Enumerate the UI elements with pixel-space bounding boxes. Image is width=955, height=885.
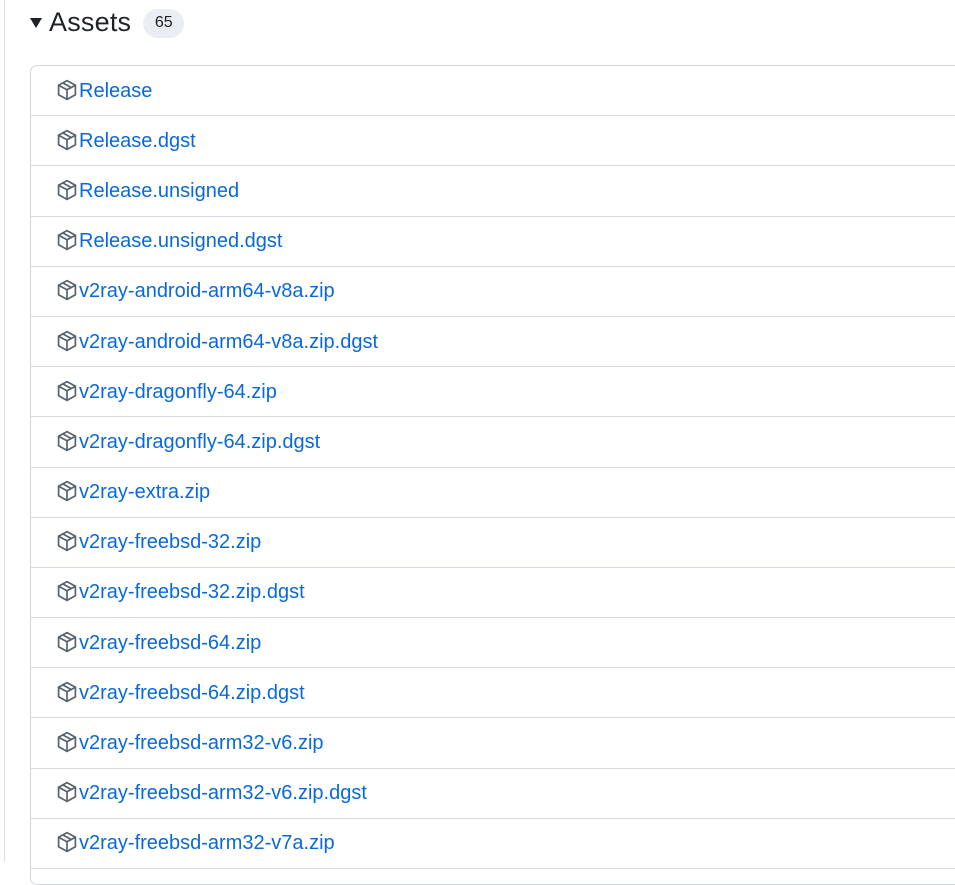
asset-row: v2ray-freebsd-32.zip — [31, 518, 955, 568]
package-icon — [55, 479, 79, 503]
package-icon — [55, 128, 79, 152]
asset-link[interactable]: v2ray-freebsd-64.zip — [79, 633, 261, 653]
asset-row: v2ray-dragonfly-64.zip.dgst — [31, 417, 955, 468]
asset-link[interactable]: v2ray-freebsd-arm32-v6.zip — [79, 733, 324, 753]
asset-row: v2ray-freebsd-arm32-v7a.zip — [31, 819, 955, 869]
package-icon — [55, 379, 79, 403]
asset-link[interactable]: v2ray-freebsd-32.zip.dgst — [79, 582, 305, 602]
asset-link[interactable]: Release.dgst — [79, 131, 196, 151]
asset-row: v2ray-android-arm64-v8a.zip — [31, 267, 955, 317]
asset-row: v2ray-freebsd-64.zip — [31, 618, 955, 669]
assets-toggle[interactable]: Assets 65 — [30, 4, 185, 40]
asset-link[interactable]: v2ray-android-arm64-v8a.zip — [79, 281, 335, 301]
asset-row: v2ray-freebsd-arm32-v6.zip — [31, 718, 955, 769]
asset-row: Release.dgst — [31, 116, 955, 167]
asset-link[interactable]: Release.unsigned.dgst — [79, 231, 282, 251]
asset-row: v2ray-freebsd-arm32-v6.zip.dgst — [31, 769, 955, 819]
package-icon — [55, 429, 79, 453]
package-icon — [55, 830, 79, 854]
asset-link[interactable]: Release — [79, 81, 152, 101]
asset-row: v2ray-dragonfly-64.zip — [31, 367, 955, 418]
package-icon — [55, 680, 79, 704]
package-icon — [55, 228, 79, 252]
asset-link[interactable]: v2ray-freebsd-arm32-v6.zip.dgst — [79, 783, 367, 803]
asset-row: v2ray-freebsd-64.zip.dgst — [31, 668, 955, 719]
asset-link[interactable]: v2ray-dragonfly-64.zip — [79, 382, 277, 402]
asset-row: v2ray-android-arm64-v8a.zip.dgst — [31, 317, 955, 368]
asset-link[interactable]: v2ray-freebsd-64.zip.dgst — [79, 683, 305, 703]
asset-link[interactable]: Release.unsigned — [79, 181, 239, 201]
left-border-line — [4, 0, 5, 862]
assets-title: Assets — [49, 6, 132, 37]
asset-link[interactable]: v2ray-android-arm64-v8a.zip.dgst — [79, 332, 378, 352]
package-icon — [55, 178, 79, 202]
package-icon — [55, 529, 79, 553]
package-icon — [55, 630, 79, 654]
assets-count-badge: 65 — [143, 8, 185, 38]
asset-row: v2ray-freebsd-32.zip.dgst — [31, 568, 955, 619]
package-icon — [55, 730, 79, 754]
asset-link[interactable]: v2ray-extra.zip — [79, 482, 210, 502]
package-icon — [55, 329, 79, 353]
asset-link[interactable]: v2ray-dragonfly-64.zip.dgst — [79, 432, 320, 452]
asset-row: Release.unsigned — [31, 166, 955, 217]
assets-list: Release Release.dgst Release.unsigned Relea… — [30, 65, 955, 885]
package-icon — [55, 78, 79, 102]
asset-row: Release.unsigned.dgst — [31, 217, 955, 267]
package-icon — [55, 278, 79, 302]
package-icon — [55, 780, 79, 804]
package-icon — [55, 579, 79, 603]
asset-link[interactable]: v2ray-freebsd-32.zip — [79, 532, 261, 552]
asset-row: v2ray-extra.zip — [31, 468, 955, 518]
asset-link[interactable]: v2ray-freebsd-arm32-v7a.zip — [79, 833, 335, 853]
caret-down-icon — [30, 18, 42, 28]
asset-row: Release — [31, 66, 955, 117]
